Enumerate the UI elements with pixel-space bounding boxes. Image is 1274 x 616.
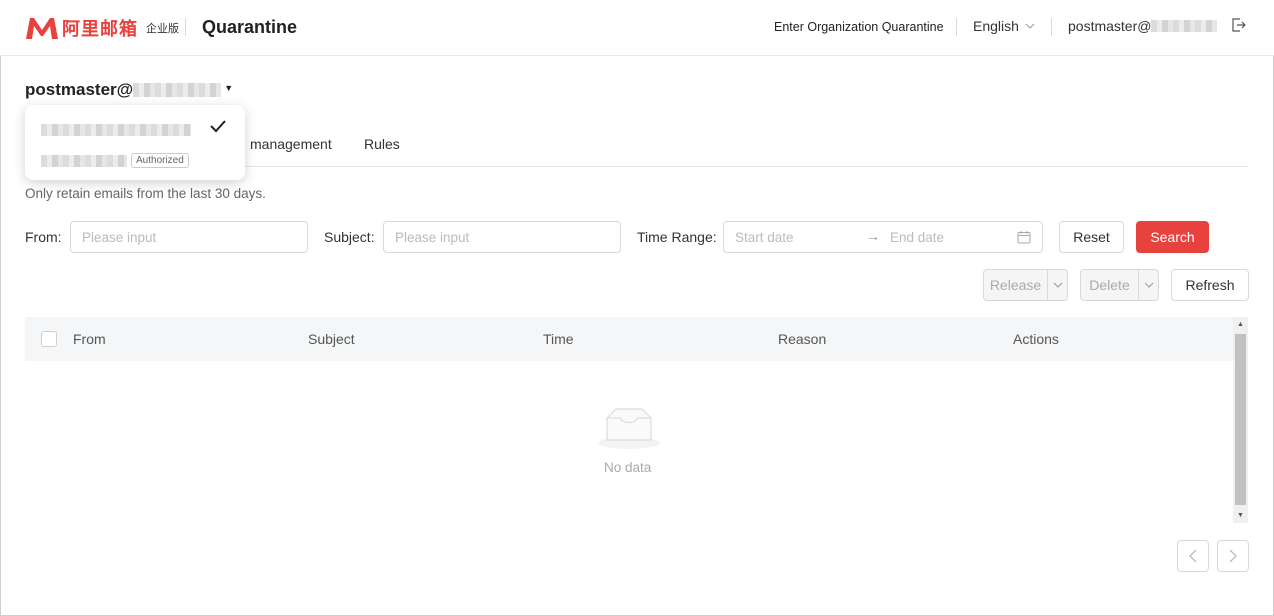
delete-split-button[interactable]: Delete — [1080, 269, 1159, 301]
end-date-input[interactable]: End date — [890, 230, 944, 245]
date-range-picker[interactable]: Start date → End date — [723, 221, 1043, 253]
time-range-label: Time Range: — [637, 229, 717, 245]
caret-down-icon: ▼ — [224, 83, 234, 93]
column-header-subject: Subject — [308, 331, 355, 347]
header-divider — [1051, 18, 1052, 36]
page-title: Quarantine — [202, 17, 298, 37]
check-icon — [210, 120, 226, 133]
header-divider — [185, 18, 186, 36]
calendar-icon — [1017, 231, 1031, 244]
redacted-domain — [1151, 20, 1218, 32]
chevron-left-icon — [1189, 549, 1197, 563]
table-scrollbar[interactable]: ▲ ▼ — [1233, 317, 1248, 523]
redacted-domain — [133, 83, 222, 97]
from-input[interactable]: Please input — [70, 221, 308, 253]
account-switcher[interactable]: postmaster@ ▼ — [25, 80, 233, 100]
next-page-button[interactable] — [1217, 540, 1249, 572]
delete-dropdown-toggle[interactable] — [1138, 269, 1159, 301]
brand-edition: 企业版 — [146, 22, 179, 35]
chevron-down-icon — [1144, 282, 1153, 288]
column-header-reason: Reason — [778, 331, 827, 347]
prev-page-button[interactable] — [1177, 540, 1209, 572]
chevron-down-icon — [1053, 282, 1062, 288]
tab-rules[interactable]: Rules — [364, 136, 400, 152]
account-title: postmaster@ — [25, 80, 134, 99]
account-option[interactable]: Authorized — [41, 153, 189, 168]
column-header-time: Time — [543, 331, 574, 347]
mail-logo-icon — [26, 18, 58, 39]
table-header: From Subject Time Reason Actions — [25, 317, 1233, 361]
top-header: 阿里邮箱 企业版 Quarantine Enter Organization Q… — [0, 0, 1274, 56]
scroll-down-arrow-icon[interactable]: ▼ — [1233, 508, 1248, 523]
language-label: English — [973, 18, 1019, 34]
subject-input[interactable]: Please input — [383, 221, 621, 253]
brand-logo[interactable]: 阿里邮箱 企业版 — [25, 15, 179, 41]
chevron-right-icon — [1229, 549, 1237, 563]
release-dropdown-toggle[interactable] — [1047, 269, 1068, 301]
arrow-right-icon: → — [866, 228, 880, 244]
account-dropdown: Authorized — [25, 105, 245, 180]
scrollbar-thumb[interactable] — [1235, 334, 1246, 505]
release-button[interactable]: Release — [983, 269, 1047, 301]
empty-inbox-icon — [598, 408, 660, 449]
subject-label: Subject: — [324, 229, 375, 245]
redacted-account — [41, 124, 191, 136]
refresh-button[interactable]: Refresh — [1171, 269, 1249, 301]
chevron-down-icon — [1025, 23, 1035, 29]
header-divider — [956, 18, 957, 36]
redacted-account — [41, 154, 127, 167]
account-menu[interactable]: postmaster@ — [1068, 18, 1218, 34]
reset-button[interactable]: Reset — [1059, 221, 1124, 253]
column-header-actions: Actions — [1013, 331, 1059, 347]
logout-icon[interactable] — [1231, 17, 1247, 33]
search-button[interactable]: Search — [1136, 221, 1209, 253]
release-split-button[interactable]: Release — [983, 269, 1068, 301]
tab-management[interactable]: management — [250, 136, 332, 152]
start-date-input[interactable]: Start date — [735, 230, 794, 245]
language-selector[interactable]: English — [973, 18, 1035, 34]
delete-button[interactable]: Delete — [1080, 269, 1138, 301]
empty-state-text: No data — [604, 460, 652, 475]
account-option-selected[interactable] — [41, 123, 191, 139]
select-all-checkbox[interactable] — [41, 331, 57, 347]
account-email: postmaster@ — [1068, 18, 1152, 34]
brand-name: 阿里邮箱 — [62, 19, 138, 40]
retention-notice: Only retain emails from the last 30 days… — [25, 186, 266, 201]
scroll-up-arrow-icon[interactable]: ▲ — [1233, 317, 1248, 332]
column-header-from: From — [73, 331, 106, 347]
enter-org-quarantine-link[interactable]: Enter Organization Quarantine — [774, 20, 944, 34]
authorized-badge: Authorized — [131, 153, 189, 168]
from-label: From: — [25, 229, 62, 245]
